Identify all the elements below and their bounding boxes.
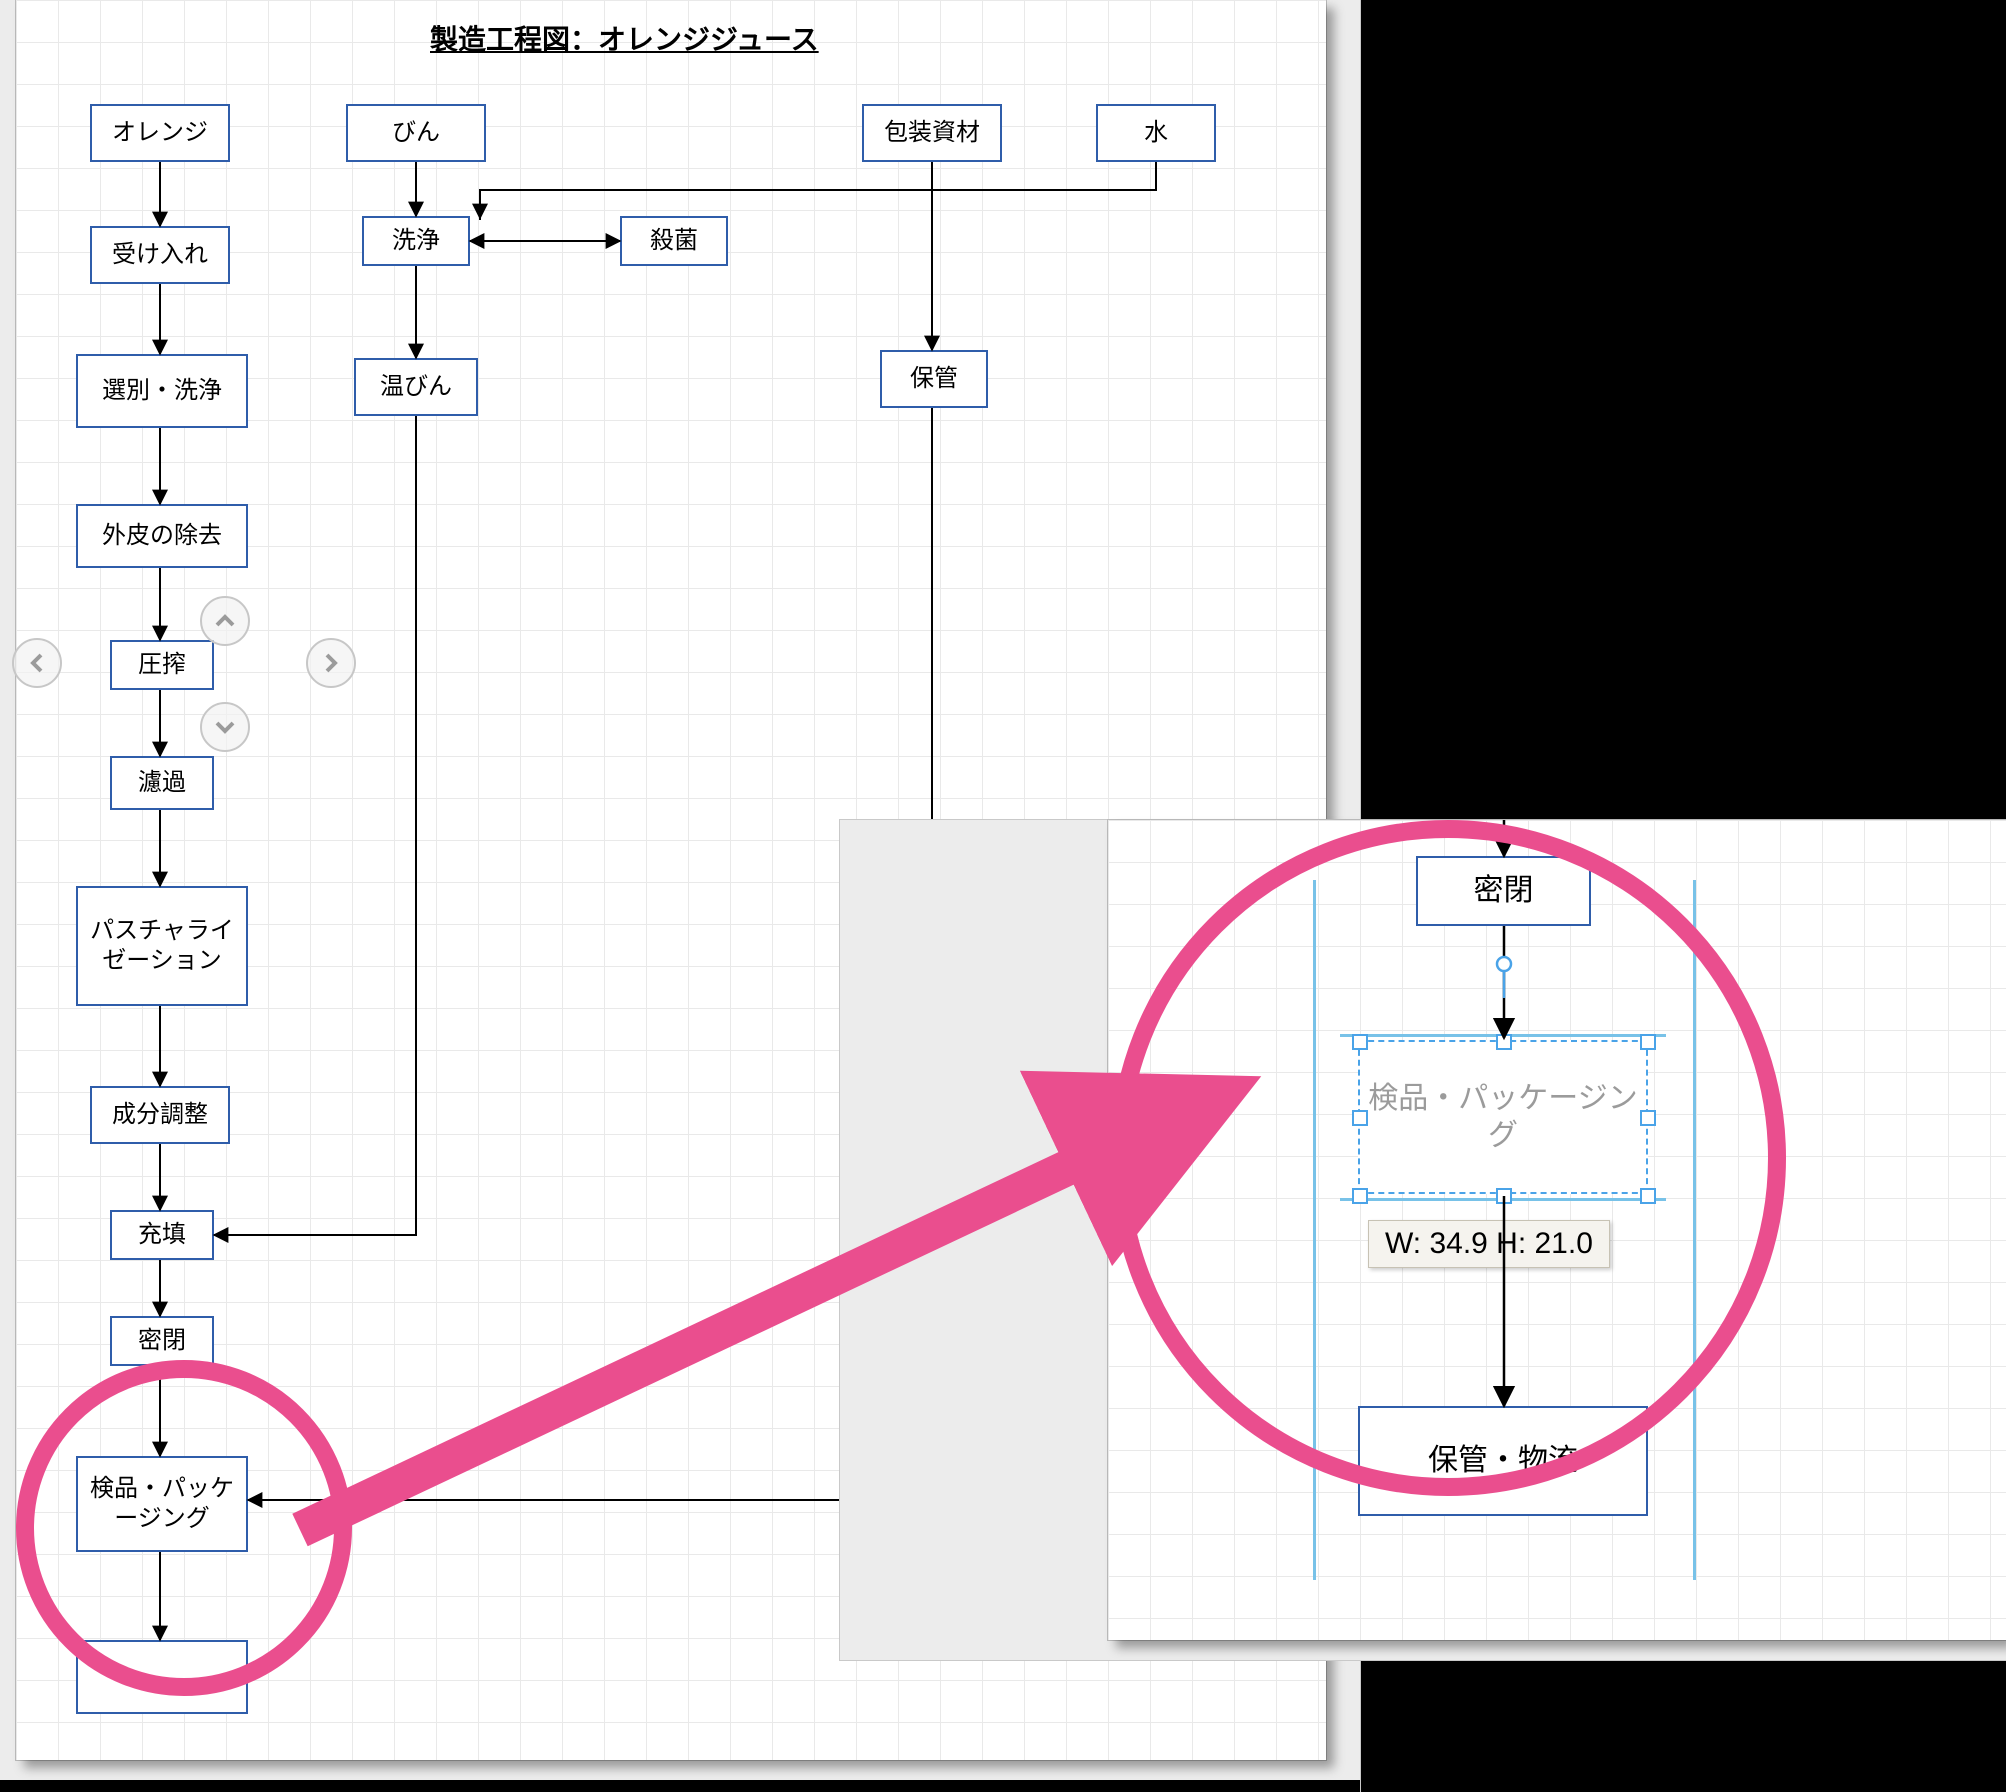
node-mizu[interactable]: 水 xyxy=(1096,104,1216,162)
node-hokan[interactable]: 保管 xyxy=(880,350,988,408)
resize-handle[interactable] xyxy=(1640,1188,1656,1204)
node-onbin[interactable]: 温びん xyxy=(354,358,478,416)
zoom-node-mippei[interactable]: 密閉 xyxy=(1416,856,1591,926)
node-ukeire[interactable]: 受け入れ xyxy=(90,226,230,284)
node-gaihi[interactable]: 外皮の除去 xyxy=(76,504,248,568)
size-tooltip: W: 34.9 H: 21.0 xyxy=(1368,1220,1610,1268)
guide-vertical-right xyxy=(1693,880,1696,1580)
nav-prev-button[interactable] xyxy=(12,638,62,688)
node-roka[interactable]: 濾過 xyxy=(110,756,214,810)
node-senjo[interactable]: 洗浄 xyxy=(362,216,470,266)
node-assaku[interactable]: 圧搾 xyxy=(110,640,214,690)
node-hokanB[interactable] xyxy=(76,1640,248,1714)
guide-vertical-left xyxy=(1313,880,1316,1580)
node-seibun[interactable]: 成分調整 xyxy=(90,1086,230,1144)
resize-handle[interactable] xyxy=(1640,1034,1656,1050)
node-sakkin[interactable]: 殺菌 xyxy=(620,216,728,266)
diagram-title: 製造工程図：オレンジジュース xyxy=(430,18,819,58)
zoom-node-hokanb[interactable]: 保管・物流 xyxy=(1358,1406,1648,1516)
selected-shape[interactable]: 検品・パッケージング xyxy=(1358,1040,1648,1194)
nav-up-button[interactable] xyxy=(200,596,250,646)
resize-handle[interactable] xyxy=(1640,1110,1656,1126)
node-hosozai[interactable]: 包装資材 xyxy=(862,104,1002,162)
node-juten[interactable]: 充填 xyxy=(110,1210,214,1260)
resize-handle[interactable] xyxy=(1496,1188,1512,1204)
node-orange[interactable]: オレンジ xyxy=(90,104,230,162)
node-pasteur[interactable]: パスチャライゼーション xyxy=(76,886,248,1006)
node-kenpin[interactable]: 検品・パッケージング xyxy=(76,1456,248,1552)
node-bin[interactable]: びん xyxy=(346,104,486,162)
nav-next-button[interactable] xyxy=(306,638,356,688)
nav-down-button[interactable] xyxy=(200,702,250,752)
node-senbetsu[interactable]: 選別・洗浄 xyxy=(76,354,248,428)
resize-handle[interactable] xyxy=(1352,1188,1368,1204)
resize-handle[interactable] xyxy=(1496,1034,1512,1050)
resize-handle[interactable] xyxy=(1352,1110,1368,1126)
resize-handle[interactable] xyxy=(1352,1034,1368,1050)
node-mippei[interactable]: 密閉 xyxy=(110,1316,214,1366)
